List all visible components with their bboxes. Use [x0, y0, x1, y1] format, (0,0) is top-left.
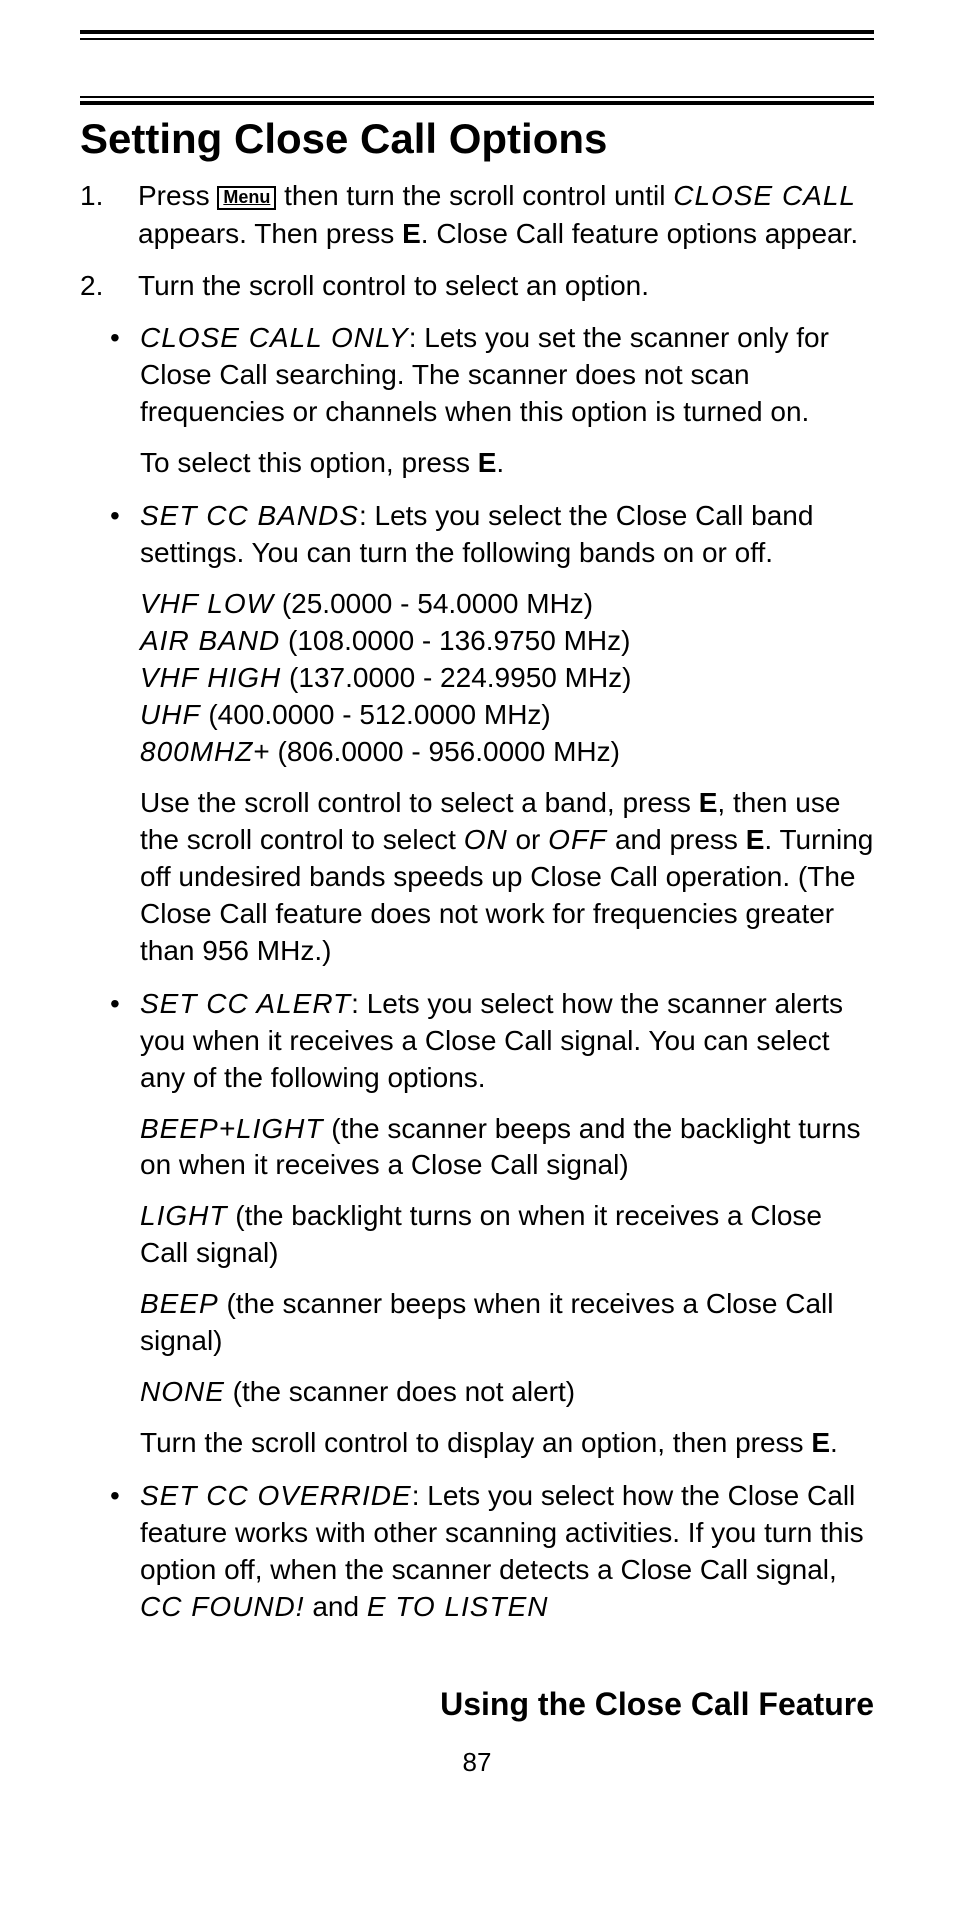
cc-bands-use: Use the scroll control to select a band,… — [140, 785, 874, 970]
footer-section-title: Using the Close Call Feature — [80, 1686, 874, 1723]
step1-mid: then turn the scroll control until — [276, 180, 673, 211]
second-rule — [80, 96, 874, 105]
step-2-body: Turn the scroll control to select an opt… — [138, 267, 874, 305]
band-vhf-high: VHF HIGH (137.0000 - 224.9950 MHz) — [140, 660, 874, 697]
step-1: 1. Press Menu then turn the scroll contr… — [80, 177, 874, 253]
step-2: 2. Turn the scroll control to select an … — [80, 267, 874, 305]
bullet-icon: • — [110, 498, 140, 572]
top-rule — [80, 30, 874, 40]
lcd-e-to-listen: E TO LISTEN — [367, 1591, 549, 1622]
lcd-close-call-only: CLOSE CALL ONLY — [140, 322, 409, 353]
menu-key: Menu — [217, 186, 276, 210]
bullet-icon: • — [110, 1478, 140, 1626]
option-set-cc-override: • SET CC OVERRIDE: Lets you select how t… — [110, 1478, 874, 1626]
option-set-cc-bands: • SET CC BANDS: Lets you select the Clos… — [110, 498, 874, 572]
step1-post2: . Close Call feature options appear. — [421, 218, 858, 249]
section-heading: Setting Close Call Options — [80, 115, 874, 163]
alert-beep-light: BEEP+LIGHT (the scanner beeps and the ba… — [140, 1111, 874, 1185]
alert-beep: BEEP (the scanner beeps when it receives… — [140, 1286, 874, 1360]
cc-only-select-pre: To select this option, press — [140, 447, 478, 478]
alert-none: NONE (the scanner does not alert) — [140, 1374, 874, 1411]
bullet-icon: • — [110, 320, 140, 431]
key-e: E — [811, 1427, 830, 1458]
step1-post1: appears. Then press — [138, 218, 402, 249]
lcd-cc-found: CC FOUND! — [140, 1591, 305, 1622]
alert-light: LIGHT (the backlight turns on when it re… — [140, 1198, 874, 1272]
lcd-set-cc-override: SET CC OVERRIDE — [140, 1480, 412, 1511]
lcd-set-cc-bands: SET CC BANDS — [140, 500, 359, 531]
page-number: 87 — [80, 1747, 874, 1778]
lcd-off: OFF — [548, 824, 607, 855]
key-e: E — [478, 447, 497, 478]
band-list: VHF LOW (25.0000 - 54.0000 MHz) AIR BAND… — [80, 586, 874, 771]
key-e: E — [746, 824, 765, 855]
band-800mhz: 800MHZ+ (806.0000 - 956.0000 MHz) — [140, 734, 874, 771]
band-uhf: UHF (400.0000 - 512.0000 MHz) — [140, 697, 874, 734]
bullet-icon: • — [110, 986, 140, 1097]
key-e: E — [699, 787, 718, 818]
step1-pre: Press — [138, 180, 217, 211]
step-2-number: 2. — [80, 267, 138, 305]
band-air-band: AIR BAND (108.0000 - 136.9750 MHz) — [140, 623, 874, 660]
lcd-close-call: CLOSE CALL — [673, 180, 856, 211]
lcd-on: ON — [464, 824, 508, 855]
option-close-call-only: • CLOSE CALL ONLY: Lets you set the scan… — [110, 320, 874, 431]
band-vhf-low: VHF LOW (25.0000 - 54.0000 MHz) — [140, 586, 874, 623]
cc-alert-turn: Turn the scroll control to display an op… — [140, 1425, 874, 1462]
cc-only-select: To select this option, press E. — [140, 445, 874, 482]
step-1-number: 1. — [80, 177, 138, 253]
option-set-cc-alert: • SET CC ALERT: Lets you select how the … — [110, 986, 874, 1097]
step-1-body: Press Menu then turn the scroll control … — [138, 177, 874, 253]
lcd-set-cc-alert: SET CC ALERT — [140, 988, 351, 1019]
cc-only-select-post: . — [496, 447, 504, 478]
key-e: E — [402, 218, 421, 249]
